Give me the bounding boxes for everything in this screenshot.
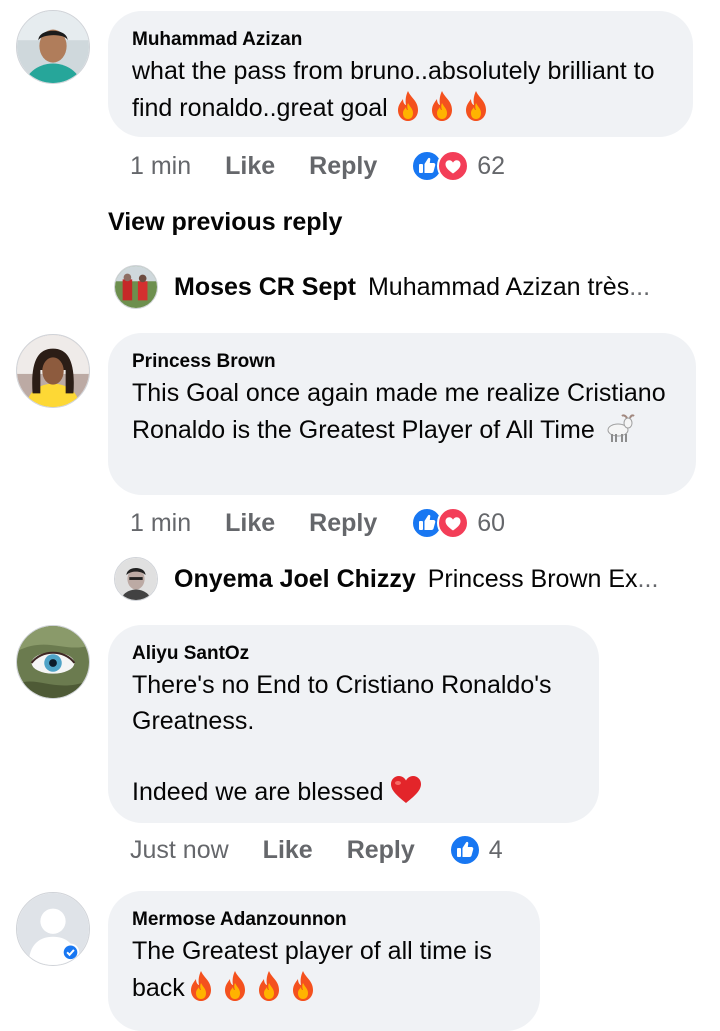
comment-actions: Just now Like Reply 4 — [130, 834, 503, 866]
love-reaction-icon — [437, 507, 469, 539]
comment-text: This Goal once again made me realize Cri… — [132, 376, 672, 448]
reply-author[interactable]: Onyema Joel Chizzy — [174, 565, 416, 594]
reaction-summary[interactable]: 62 — [411, 150, 505, 182]
comment-text: The Greatest player of all time is back — [132, 934, 516, 1006]
fire-emoji-icon — [394, 90, 422, 122]
like-reaction-icon — [449, 834, 481, 866]
default-avatar-icon — [17, 893, 89, 965]
fire-emoji-icon — [187, 970, 215, 1002]
comment-author[interactable]: Muhammad Azizan — [132, 29, 669, 51]
reaction-summary[interactable]: 4 — [449, 834, 503, 866]
comment-actions: 1 min Like Reply 60 — [130, 507, 505, 539]
comment-time[interactable]: 1 min — [130, 152, 191, 181]
reply-ellipsis: ... — [629, 272, 651, 301]
reply-author[interactable]: Moses CR Sept — [174, 273, 356, 302]
fire-emoji-icon — [289, 970, 317, 1002]
fire-emoji-icon — [221, 970, 249, 1002]
reaction-count: 62 — [477, 151, 506, 180]
love-reaction-icon — [437, 150, 469, 182]
fire-emoji-icon — [462, 90, 490, 122]
reply-text: Muhammad Azizan très — [367, 272, 630, 301]
avatar-photo-icon — [115, 266, 157, 308]
reply-preview[interactable]: Moses CR Sept Muhammad Azizan très... — [114, 265, 650, 309]
reaction-count: 4 — [488, 835, 503, 864]
reply-button[interactable]: Reply — [309, 152, 377, 181]
comment-bubble: Aliyu SantOz There's no End to Cristiano… — [108, 625, 599, 823]
comment-bubble: Mermose Adanzounnon The Greatest player … — [108, 891, 540, 1031]
comment-bubble: Muhammad Azizan what the pass from bruno… — [108, 11, 693, 137]
comment-time[interactable]: 1 min — [130, 509, 191, 538]
reaction-summary[interactable]: 60 — [411, 507, 505, 539]
view-previous-reply-link[interactable]: View previous reply — [108, 208, 342, 237]
like-button[interactable]: Like — [225, 152, 275, 181]
reply-button[interactable]: Reply — [347, 836, 415, 865]
like-button[interactable]: Like — [263, 836, 313, 865]
comment-time[interactable]: Just now — [130, 836, 229, 865]
comment-text: what the pass from bruno..absolutely bri… — [132, 54, 669, 126]
avatar[interactable] — [16, 334, 90, 408]
avatar — [114, 557, 158, 601]
reply-preview[interactable]: Onyema Joel Chizzy Princess Brown Ex... — [114, 557, 658, 601]
avatar[interactable] — [16, 625, 90, 699]
comment-text-content: This Goal once again made me realize Cri… — [132, 379, 666, 444]
reply-text: Princess Brown Ex — [427, 564, 638, 593]
fire-emoji-icon — [428, 90, 456, 122]
red-heart-emoji-icon — [390, 775, 421, 803]
reply-button[interactable]: Reply — [309, 509, 377, 538]
comment-author[interactable]: Princess Brown — [132, 351, 672, 373]
comment-author[interactable]: Mermose Adanzounnon — [132, 909, 516, 931]
avatar-photo-icon — [115, 558, 157, 600]
avatar — [114, 265, 158, 309]
goat-emoji-icon — [607, 413, 635, 442]
fire-emoji-icon — [255, 970, 283, 1002]
comment-author[interactable]: Aliyu SantOz — [132, 643, 575, 665]
avatar-photo-icon — [17, 11, 89, 83]
avatar-photo-icon — [17, 335, 89, 407]
comment-text-content: There's no End to Cristiano Ronaldo's Gr… — [132, 671, 552, 806]
reply-ellipsis: ... — [637, 564, 659, 593]
avatar[interactable] — [16, 10, 90, 84]
avatar[interactable] — [16, 892, 90, 966]
comment-bubble: Princess Brown This Goal once again made… — [108, 333, 696, 495]
avatar-photo-icon — [17, 626, 89, 698]
like-button[interactable]: Like — [225, 509, 275, 538]
comment-actions: 1 min Like Reply 62 — [130, 150, 505, 182]
reaction-count: 60 — [477, 508, 506, 537]
comment-text: There's no End to Cristiano Ronaldo's Gr… — [132, 668, 575, 810]
